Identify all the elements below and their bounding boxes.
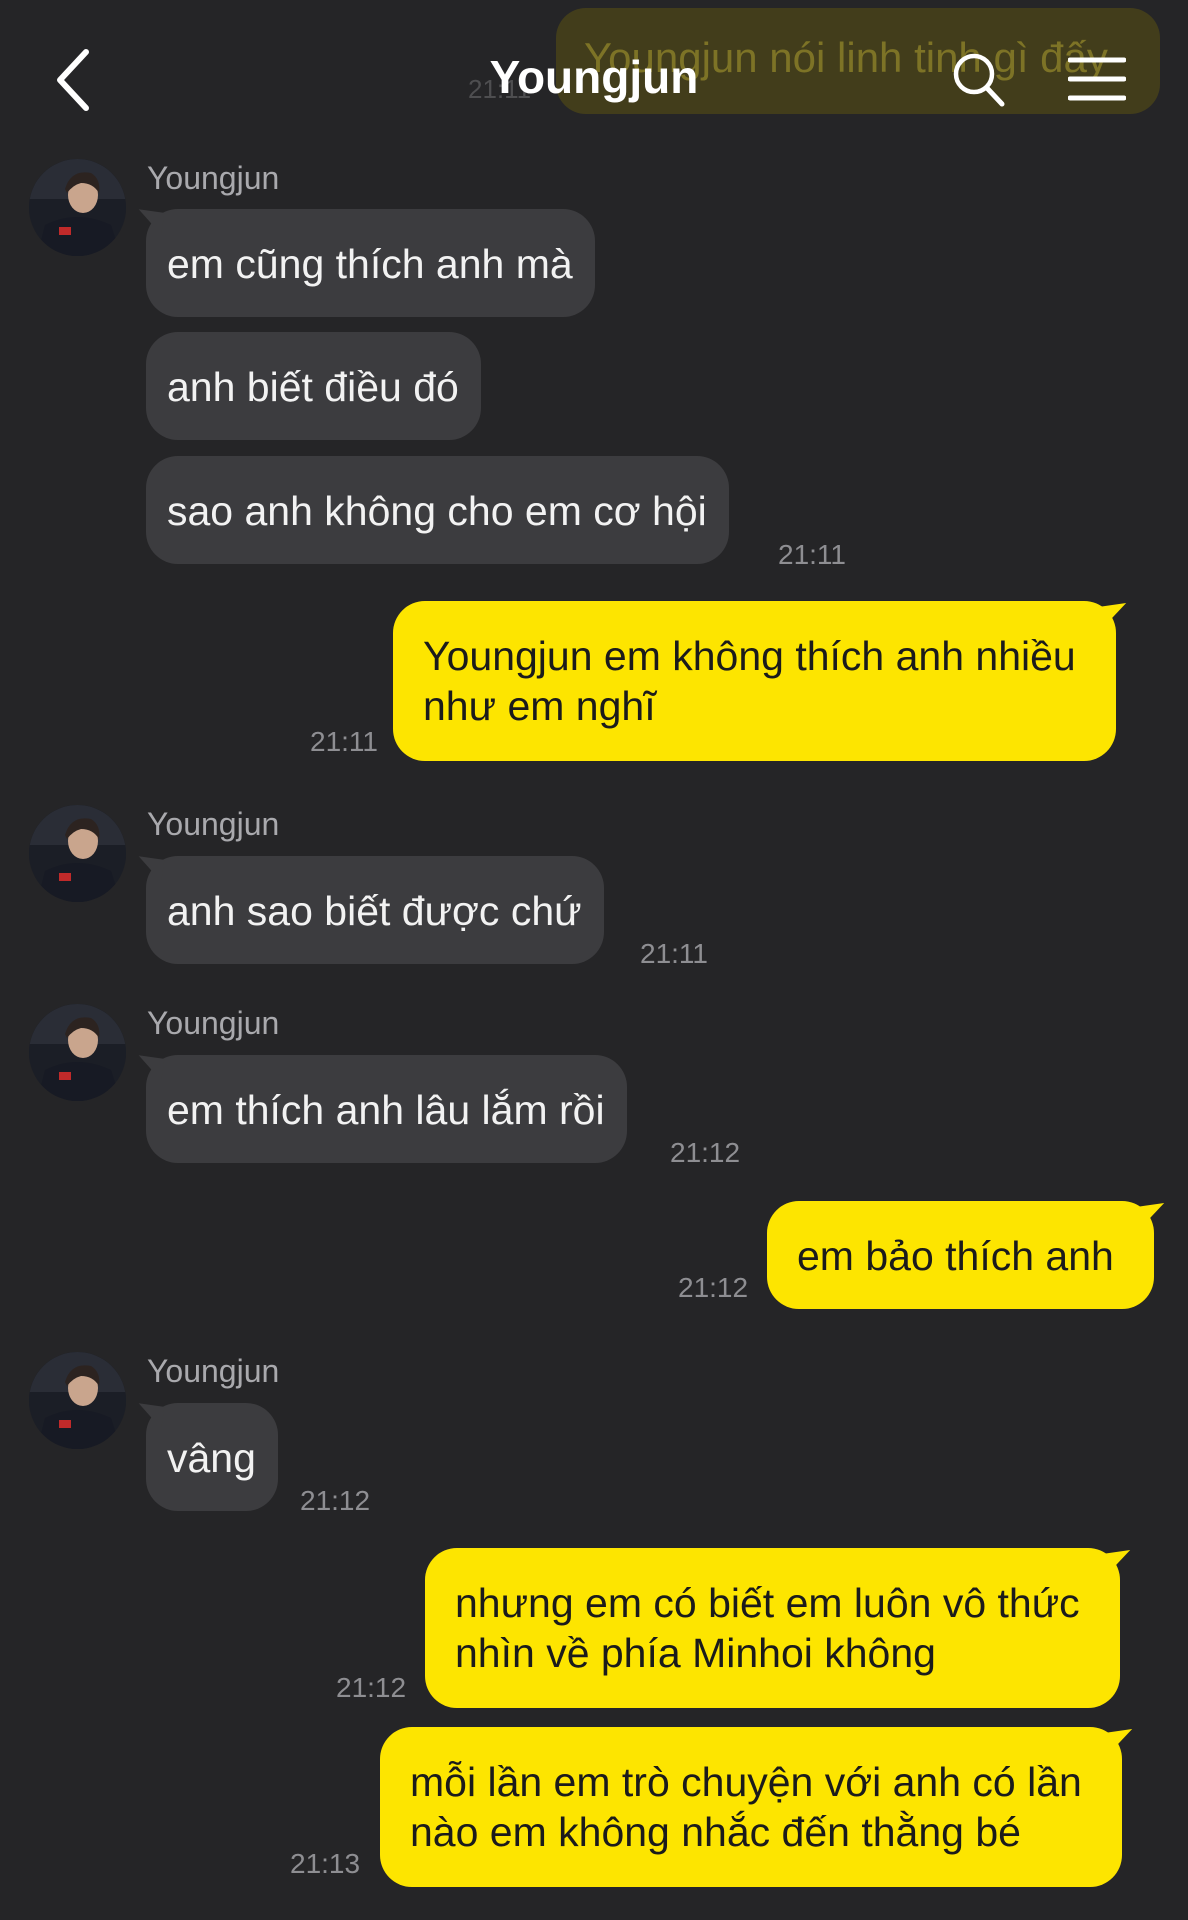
sender-name: Youngjun <box>147 160 280 196</box>
message-line: mỗi lần em trò chuyện với anh có lần <box>410 1759 1082 1805</box>
message-bubble[interactable]: Youngjun em không thích anh nhiều như em… <box>393 601 1116 761</box>
message-line: em bảo thích anh <box>797 1233 1114 1279</box>
avatar-image <box>29 1352 126 1449</box>
message-line: nào em không nhắc đến thằng bé <box>410 1809 1021 1855</box>
chat-title: Youngjun <box>489 51 699 103</box>
message-line: Youngjun em không thích anh nhiều <box>423 633 1076 679</box>
message-time: 21:12 <box>336 1672 407 1703</box>
message-bubble[interactable]: anh sao biết được chứ <box>146 856 604 964</box>
message-bubble[interactable]: anh biết điều đó <box>146 332 481 440</box>
avatar[interactable] <box>29 805 126 902</box>
message-time: 21:11 <box>778 539 846 570</box>
avatar[interactable] <box>29 159 126 256</box>
message-bubble[interactable]: nhưng em có biết em luôn vô thức nhìn về… <box>425 1548 1120 1708</box>
message-time: 21:12 <box>678 1272 749 1303</box>
search-icon[interactable] <box>952 52 1006 108</box>
sender-name: Youngjun <box>147 1005 280 1041</box>
avatar-image <box>29 1004 126 1101</box>
menu-icon[interactable] <box>1068 56 1126 102</box>
message-line: nhìn về phía Minhoi không <box>455 1630 936 1676</box>
avatar[interactable] <box>29 1004 126 1101</box>
avatar[interactable] <box>29 1352 126 1449</box>
message-bubble[interactable]: em thích anh lâu lắm rồi <box>146 1055 627 1163</box>
message-bubble[interactable]: sao anh không cho em cơ hội <box>146 456 729 564</box>
avatar-image <box>29 805 126 902</box>
message-time: 21:12 <box>670 1137 741 1168</box>
message-bubble[interactable]: em cũng thích anh mà <box>146 209 595 317</box>
sender-name: Youngjun <box>147 806 280 842</box>
message-line: như em nghĩ <box>423 683 656 729</box>
message-time: 21:11 <box>310 726 378 757</box>
message-bubble[interactable]: em bảo thích anh <box>767 1201 1154 1309</box>
message-bubble[interactable]: mỗi lần em trò chuyện với anh có lần nào… <box>380 1727 1122 1887</box>
avatar-image <box>29 159 126 256</box>
message-time: 21:13 <box>290 1848 361 1879</box>
chat-screen: Youngjun nói linh tinh gì đấy 21:11 Youn… <box>0 0 1188 1920</box>
message-line: nhưng em có biết em luôn vô thức <box>455 1580 1080 1626</box>
message-time: 21:11 <box>640 938 708 969</box>
sender-name: Youngjun <box>147 1353 280 1389</box>
message-time: 21:12 <box>300 1485 371 1516</box>
message-bubble[interactable]: vâng <box>146 1403 278 1511</box>
chat-header: Youngjun nói linh tinh gì đấy 21:11 Youn… <box>0 0 1188 150</box>
